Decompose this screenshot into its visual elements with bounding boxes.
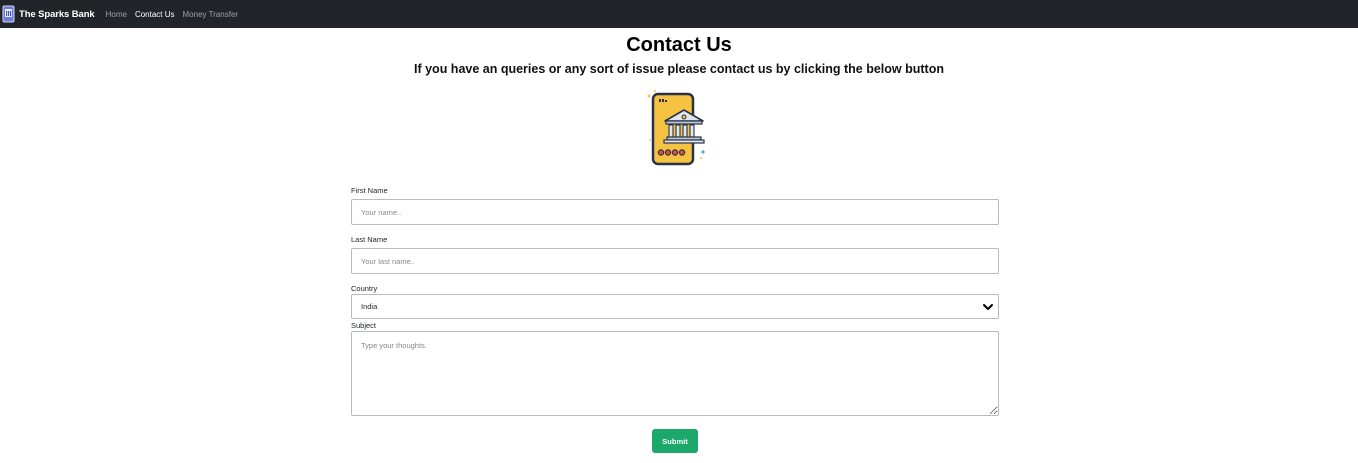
country-label: Country [351,284,378,293]
bank-logo-icon [2,5,15,23]
mobile-bank-icon [647,90,705,166]
last-name-label: Last Name [351,235,388,244]
subject-textarea[interactable] [351,331,999,416]
page-title: Contact Us [626,34,732,56]
submit-button[interactable]: Submit [652,429,698,453]
first-name-input[interactable] [351,199,999,225]
country-select-value: India [361,302,378,311]
nav-link-home[interactable]: Home [106,10,127,19]
first-name-label: First Name [351,186,388,195]
chevron-down-icon [983,303,993,310]
last-name-input[interactable] [351,248,999,274]
nav-link-contact-us[interactable]: Contact Us [135,10,175,19]
brand-name: The Sparks Bank [19,8,95,20]
country-select[interactable]: India [351,294,999,319]
brand-link[interactable]: The Sparks Bank [1,5,95,23]
page-subtitle: If you have an queries or any sort of is… [414,62,944,76]
subject-label: Subject [351,321,377,330]
navbar: The Sparks Bank Home Contact Us Money Tr… [0,0,1358,28]
nav-link-money-transfer[interactable]: Money Transfer [183,10,239,19]
